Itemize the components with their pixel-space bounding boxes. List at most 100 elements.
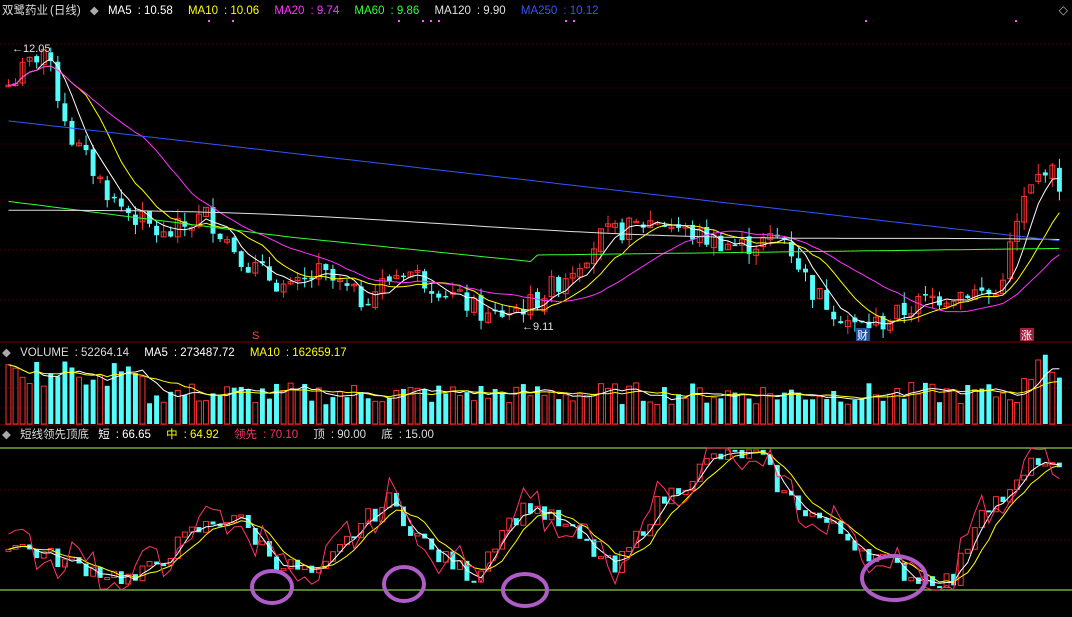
volume-bar — [760, 387, 767, 425]
osc-bar — [5, 548, 12, 552]
volume-bar — [901, 398, 907, 424]
candle-body — [386, 276, 392, 282]
volume-bar — [1056, 377, 1062, 424]
candle-body — [154, 225, 160, 236]
volume-bar — [202, 400, 209, 425]
volume-bar — [69, 367, 75, 424]
volume-bar — [168, 391, 174, 424]
volume-bar — [548, 390, 555, 425]
osc-bar — [520, 502, 527, 526]
osc-bar — [971, 527, 978, 550]
osc-bar — [676, 488, 682, 495]
osc-top-label: 顶: 90.00 — [313, 429, 367, 441]
volume-bar — [937, 402, 942, 424]
signal-dot — [573, 20, 575, 22]
osc-bar — [1035, 458, 1041, 465]
volume-bar — [344, 397, 350, 424]
volume-bar — [1028, 378, 1035, 425]
volume-bar — [372, 400, 379, 425]
ma5-line — [8, 57, 1060, 325]
osc-bar — [161, 564, 167, 567]
candle-body — [55, 61, 61, 101]
volume-bar — [887, 393, 894, 425]
chart-svg[interactable]: ←12.05 ←9.11 S 财 涨 — [0, 0, 1072, 612]
volume-bar — [5, 364, 12, 425]
signal-dot — [438, 20, 440, 22]
volume-bar — [1035, 359, 1042, 425]
osc-bar — [753, 449, 760, 453]
volume-bar — [379, 401, 386, 425]
candle-body — [838, 321, 844, 324]
osc-bar — [1042, 463, 1049, 467]
low-price-label: ←9.11 — [522, 321, 554, 333]
volume-bar — [492, 389, 498, 424]
volume-bar — [499, 392, 505, 424]
volume-bar — [456, 394, 463, 425]
volume-bar — [556, 399, 562, 424]
legend-separator-icon: ◆ — [2, 429, 11, 441]
volume-bar — [224, 386, 231, 425]
volume-bar — [19, 376, 26, 425]
volume-bar — [132, 373, 138, 424]
collapse-diamond-icon[interactable]: ◇ — [1059, 3, 1068, 17]
volume-bar — [386, 398, 392, 424]
volume-bar — [1049, 371, 1056, 425]
volume-bar — [767, 393, 774, 425]
signal-dot — [208, 20, 210, 22]
osc-bar — [710, 453, 717, 460]
candle-body — [795, 258, 801, 270]
osc-bar — [280, 568, 287, 572]
volume-bar — [309, 400, 315, 424]
osc-bar — [584, 538, 590, 541]
chart-stage[interactable]: ←12.05 ←9.11 S 财 涨 — [0, 0, 1072, 612]
volume-bar — [810, 399, 816, 424]
zhang-event-marker: 涨 — [1021, 329, 1032, 342]
volume-bar — [732, 392, 738, 424]
volume-bar — [358, 392, 364, 424]
volume-label: VOLUME: 52264.14 — [20, 347, 129, 359]
legend-separator-icon: ◆ — [89, 5, 99, 17]
osc-bar — [252, 528, 258, 545]
bottom-signal-circle — [250, 569, 294, 605]
cai-event-marker: 财 — [857, 328, 868, 342]
candle-body — [111, 196, 117, 199]
signal-dot — [422, 20, 424, 22]
candle-body — [443, 295, 449, 298]
osc-bar — [803, 510, 808, 517]
candle-body — [901, 302, 907, 316]
volume-bar — [979, 388, 985, 424]
candle-body — [824, 289, 830, 310]
volume-bar — [97, 374, 104, 425]
osc-bar — [964, 548, 971, 554]
volume-bar — [647, 401, 654, 425]
volume-bar — [640, 400, 646, 424]
osc-bar — [266, 541, 272, 557]
volume-bar — [654, 403, 661, 425]
volume-bar — [746, 398, 752, 424]
osc-bar — [597, 556, 604, 560]
volume-bar — [436, 385, 442, 424]
volume-bar — [943, 388, 950, 425]
volume-bar — [739, 393, 745, 425]
volume-bar — [844, 403, 851, 425]
volume-bar — [147, 403, 153, 424]
candle-body — [422, 271, 428, 289]
volume-bar — [83, 384, 89, 424]
volume-bar — [838, 401, 844, 424]
volume-bar — [541, 394, 548, 425]
volume-bar — [40, 385, 47, 425]
volume-bar — [125, 366, 131, 424]
volume-bar — [718, 398, 724, 424]
volume-bar — [753, 403, 760, 425]
candle-body — [831, 311, 837, 320]
volume-bar — [520, 384, 526, 424]
osc-bar — [146, 561, 153, 567]
volume-bar — [1007, 399, 1014, 425]
ma10-line — [8, 65, 1060, 322]
candle-body — [556, 277, 562, 292]
osc-bar — [858, 548, 865, 552]
ma250-label: MA250: 10.12 — [520, 5, 599, 17]
candle-body — [732, 244, 738, 247]
signal-dot — [865, 20, 867, 22]
osc-bottom-label: 底: 15.00 — [381, 429, 434, 441]
